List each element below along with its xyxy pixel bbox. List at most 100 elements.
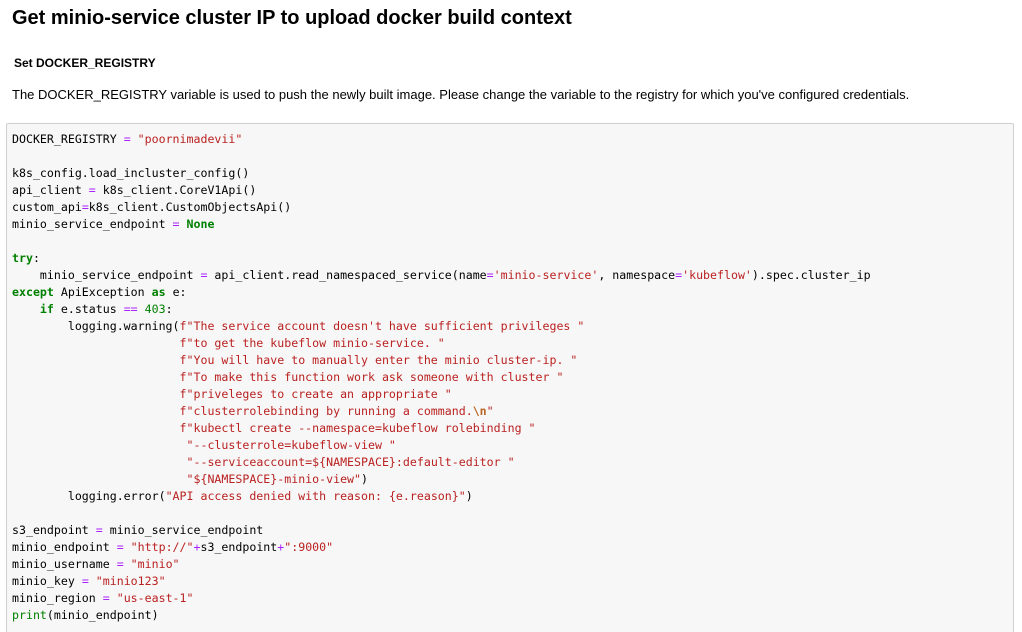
code-token: e.status [53,302,124,316]
code-token: ) [361,472,369,486]
code-token: = [486,268,494,282]
code-token: f"The service account doesn't have suffi… [179,319,585,333]
code-token: custom_api [12,200,82,214]
code-token: == [123,302,138,316]
code-token: DOCKER_REGISTRY [12,132,124,146]
code-line: minio_endpoint = "http://"+s3_endpoint+"… [12,539,1013,556]
code-token: minio_endpoint [12,540,117,554]
code-token: "minio" [130,557,180,571]
code-token: k8s_config.load_incluster_config() [12,166,250,180]
code-token: minio_region [12,591,103,605]
code-line: minio_service_endpoint = api_client.read… [12,267,1013,284]
code-editor[interactable]: DOCKER_REGISTRY = "poornimadevii" k8s_con… [7,124,1013,624]
code-line: DOCKER_REGISTRY = "poornimadevii" [12,131,1013,148]
code-token: k8s_client.CoreV1Api() [95,183,257,197]
code-token: s3_endpoint [200,540,278,554]
code-line: f"clusterrolebinding by running a comman… [12,403,1013,420]
code-token: k8s_client.CustomObjectsApi() [88,200,292,214]
code-token: "poornimadevii" [137,132,243,146]
code-line: api_client = k8s_client.CoreV1Api() [12,182,1013,199]
code-token: logging.error( [12,489,166,503]
code-line: if e.status == 403: [12,301,1013,318]
code-token: ) [465,489,473,503]
markdown-description: The DOCKER_REGISTRY variable is used to … [12,87,910,102]
code-line: "--serviceaccount=${NAMESPACE}:default-e… [12,454,1013,471]
code-line: minio_service_endpoint = None [12,216,1013,233]
code-token: api_client [12,183,89,197]
code-token: api_client.read_namespaced_service(name [207,268,487,282]
code-token: = [95,523,103,537]
code-token: None [186,217,215,231]
code-token: e: [165,285,187,299]
code-token: "--serviceaccount=${NAMESPACE}:default-e… [186,455,515,469]
code-line: print(minio_endpoint) [12,607,1013,624]
code-token: = [116,557,124,571]
code-line: k8s_config.load_incluster_config() [12,165,1013,182]
code-token: "us-east-1" [116,591,194,605]
code-token: minio_username [12,557,117,571]
code-line: f"You will have to manually enter the mi… [12,352,1013,369]
code-token: minio_key [12,574,82,588]
code-token: s3_endpoint [12,523,96,537]
code-token: minio_service_endpoint [12,268,201,282]
code-line: "${NAMESPACE}-minio-view") [12,471,1013,488]
code-token: f"kubectl create --namespace=kubeflow ro… [179,421,536,435]
code-token: " [458,489,466,503]
code-token: try [12,251,33,265]
code-token: if [39,302,54,316]
code-line: logging.warning(f"The service account do… [12,318,1013,335]
code-token: = [123,132,131,146]
code-line: "--clusterrole=kubeflow-view " [12,437,1013,454]
notebook-page: Get minio-service cluster IP to upload d… [0,0,1022,632]
code-token: minio_service_endpoint [102,523,264,537]
code-line: f"priveleges to create an appropriate " [12,386,1013,403]
code-token: logging.warning( [12,319,180,333]
code-token: f"clusterrolebinding by running a comman… [179,404,473,418]
code-token: : [32,251,40,265]
code-token: ":9000" [284,540,334,554]
code-token: except [12,285,54,299]
code-line: f"kubectl create --namespace=kubeflow ro… [12,420,1013,437]
code-token: f"priveleges to create an appropriate " [179,387,452,401]
code-line: minio_username = "minio" [12,556,1013,573]
code-token: = [88,183,96,197]
code-token: "API access denied with reason: [165,489,389,503]
code-token: (minio_endpoint) [46,608,159,622]
code-token: = [81,200,89,214]
code-token: = [116,540,124,554]
code-token: : [165,302,173,316]
code-token: \n [472,404,487,418]
code-token: as [151,285,166,299]
section-heading: Get minio-service cluster IP to upload d… [12,7,572,29]
code-token: "${NAMESPACE}-minio-view" [186,472,362,486]
code-line: minio_key = "minio123" [12,573,1013,590]
code-cell[interactable]: DOCKER_REGISTRY = "poornimadevii" k8s_con… [6,123,1014,632]
code-line: logging.error("API access denied with re… [12,488,1013,505]
subsection-heading: Set DOCKER_REGISTRY [14,56,156,70]
code-token: ).spec.cluster_ip [751,268,871,282]
code-line: except ApiException as e: [12,284,1013,301]
code-token: = [81,574,89,588]
code-line: f"To make this function work ask someone… [12,369,1013,386]
code-token: 'minio-service' [493,268,599,282]
code-token: "http://" [130,540,194,554]
code-token: " [486,404,494,418]
code-token: f"You will have to manually enter the mi… [179,353,578,367]
code-line: custom_api=k8s_client.CustomObjectsApi() [12,199,1013,216]
